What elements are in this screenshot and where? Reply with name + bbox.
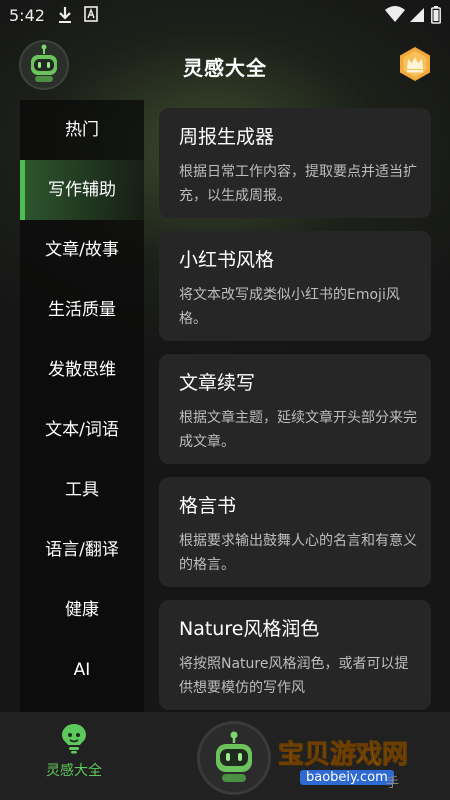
card-description: 根据要求输出鼓舞人心的名言和有意义的格言。 [179, 533, 417, 573]
sidebar-item-label: 文章/故事 [45, 240, 119, 260]
sidebar-item-label: 热门 [65, 120, 99, 140]
status-time: 5:42 [9, 6, 45, 25]
sidebar-item-article-story[interactable]: 文章/故事 [20, 220, 144, 280]
template-card[interactable]: 格言书 根据要求输出鼓舞人心的名言和有意义的格言。 [159, 477, 431, 587]
template-card[interactable]: 周报生成器 根据日常工作内容，提取要点并适当扩充，以生成周报。 [159, 108, 431, 218]
sidebar-item-language-translation[interactable]: 语言/翻译 [20, 520, 144, 580]
template-card-list: 周报生成器 根据日常工作内容，提取要点并适当扩充，以生成周报。 小红书风格 将文… [159, 108, 431, 723]
center-robot-button[interactable] [200, 724, 268, 792]
sidebar-item-label: 文本/词语 [45, 420, 119, 440]
sidebar-item-label: 语言/翻译 [45, 540, 119, 560]
watermark-text: 宝贝游戏网 [277, 740, 409, 771]
template-card[interactable]: 小红书风格 将文本改写成类似小红书的Emoji风格。 [159, 231, 431, 341]
page-title: 灵感大全 [183, 56, 267, 80]
watermark-logo: 宝贝游戏网 baobeiy.com 手 [277, 730, 428, 794]
watermark-domain: baobeiy.com [300, 770, 394, 785]
sidebar-item-divergent-thinking[interactable]: 发散思维 [20, 340, 144, 400]
sidebar-item-hot[interactable]: 热门 [20, 100, 144, 160]
bottom-navigation: 灵感大全 宝贝游戏网 baobeiy.com 手 [0, 712, 450, 800]
sidebar-item-writing-assist[interactable]: 写作辅助 [20, 160, 144, 220]
wifi-icon [385, 6, 405, 26]
sidebar-item-label: 健康 [65, 600, 99, 620]
card-title: 格言书 [179, 495, 237, 517]
template-card[interactable]: Nature风格润色 将按照Nature风格润色，或者可以提供想要模仿的写作风 [159, 600, 431, 710]
battery-icon [431, 6, 441, 28]
card-description: 根据日常工作内容，提取要点并适当扩充，以生成周报。 [179, 164, 417, 204]
sidebar-item-ai[interactable]: AI [20, 640, 144, 700]
crown-vip-icon[interactable] [397, 46, 433, 82]
nav-home-tab[interactable]: 灵感大全 [38, 722, 110, 780]
watermark-tail: 手 [386, 776, 400, 791]
card-description: 将文本改写成类似小红书的Emoji风格。 [179, 287, 400, 327]
sidebar-item-life-quality[interactable]: 生活质量 [20, 280, 144, 340]
card-title: 文章续写 [179, 372, 256, 394]
category-sidebar: 热门 写作辅助 文章/故事 生活质量 发散思维 文本/词语 工具 语言/翻译 健… [20, 100, 144, 712]
sidebar-item-label: 写作辅助 [48, 180, 116, 200]
nav-home-label: 灵感大全 [46, 763, 102, 779]
card-title: 周报生成器 [179, 126, 275, 148]
robot-icon [200, 731, 268, 796]
sidebar-item-text-words[interactable]: 文本/词语 [20, 400, 144, 460]
sidebar-item-label: 生活质量 [48, 300, 116, 320]
sidebar-item-label: AI [73, 660, 91, 680]
app-notification-icon [84, 6, 98, 26]
card-title: Nature风格润色 [179, 618, 320, 640]
card-title: 小红书风格 [179, 249, 275, 271]
card-description: 根据文章主题，延续文章开头部分来完成文章。 [179, 410, 417, 450]
app-header: 灵感大全 [0, 38, 450, 94]
template-card[interactable]: 文章续写 根据文章主题，延续文章开头部分来完成文章。 [159, 354, 431, 464]
card-description: 将按照Nature风格润色，或者可以提供想要模仿的写作风 [179, 656, 409, 696]
lightbulb-icon [59, 724, 89, 758]
signal-icon [410, 6, 424, 26]
download-icon [58, 6, 72, 28]
status-bar: 5:42 [0, 0, 450, 32]
sidebar-item-health[interactable]: 健康 [20, 580, 144, 640]
sidebar-item-tools[interactable]: 工具 [20, 460, 144, 520]
sidebar-item-label: 发散思维 [48, 360, 116, 380]
sidebar-item-label: 工具 [65, 480, 99, 500]
